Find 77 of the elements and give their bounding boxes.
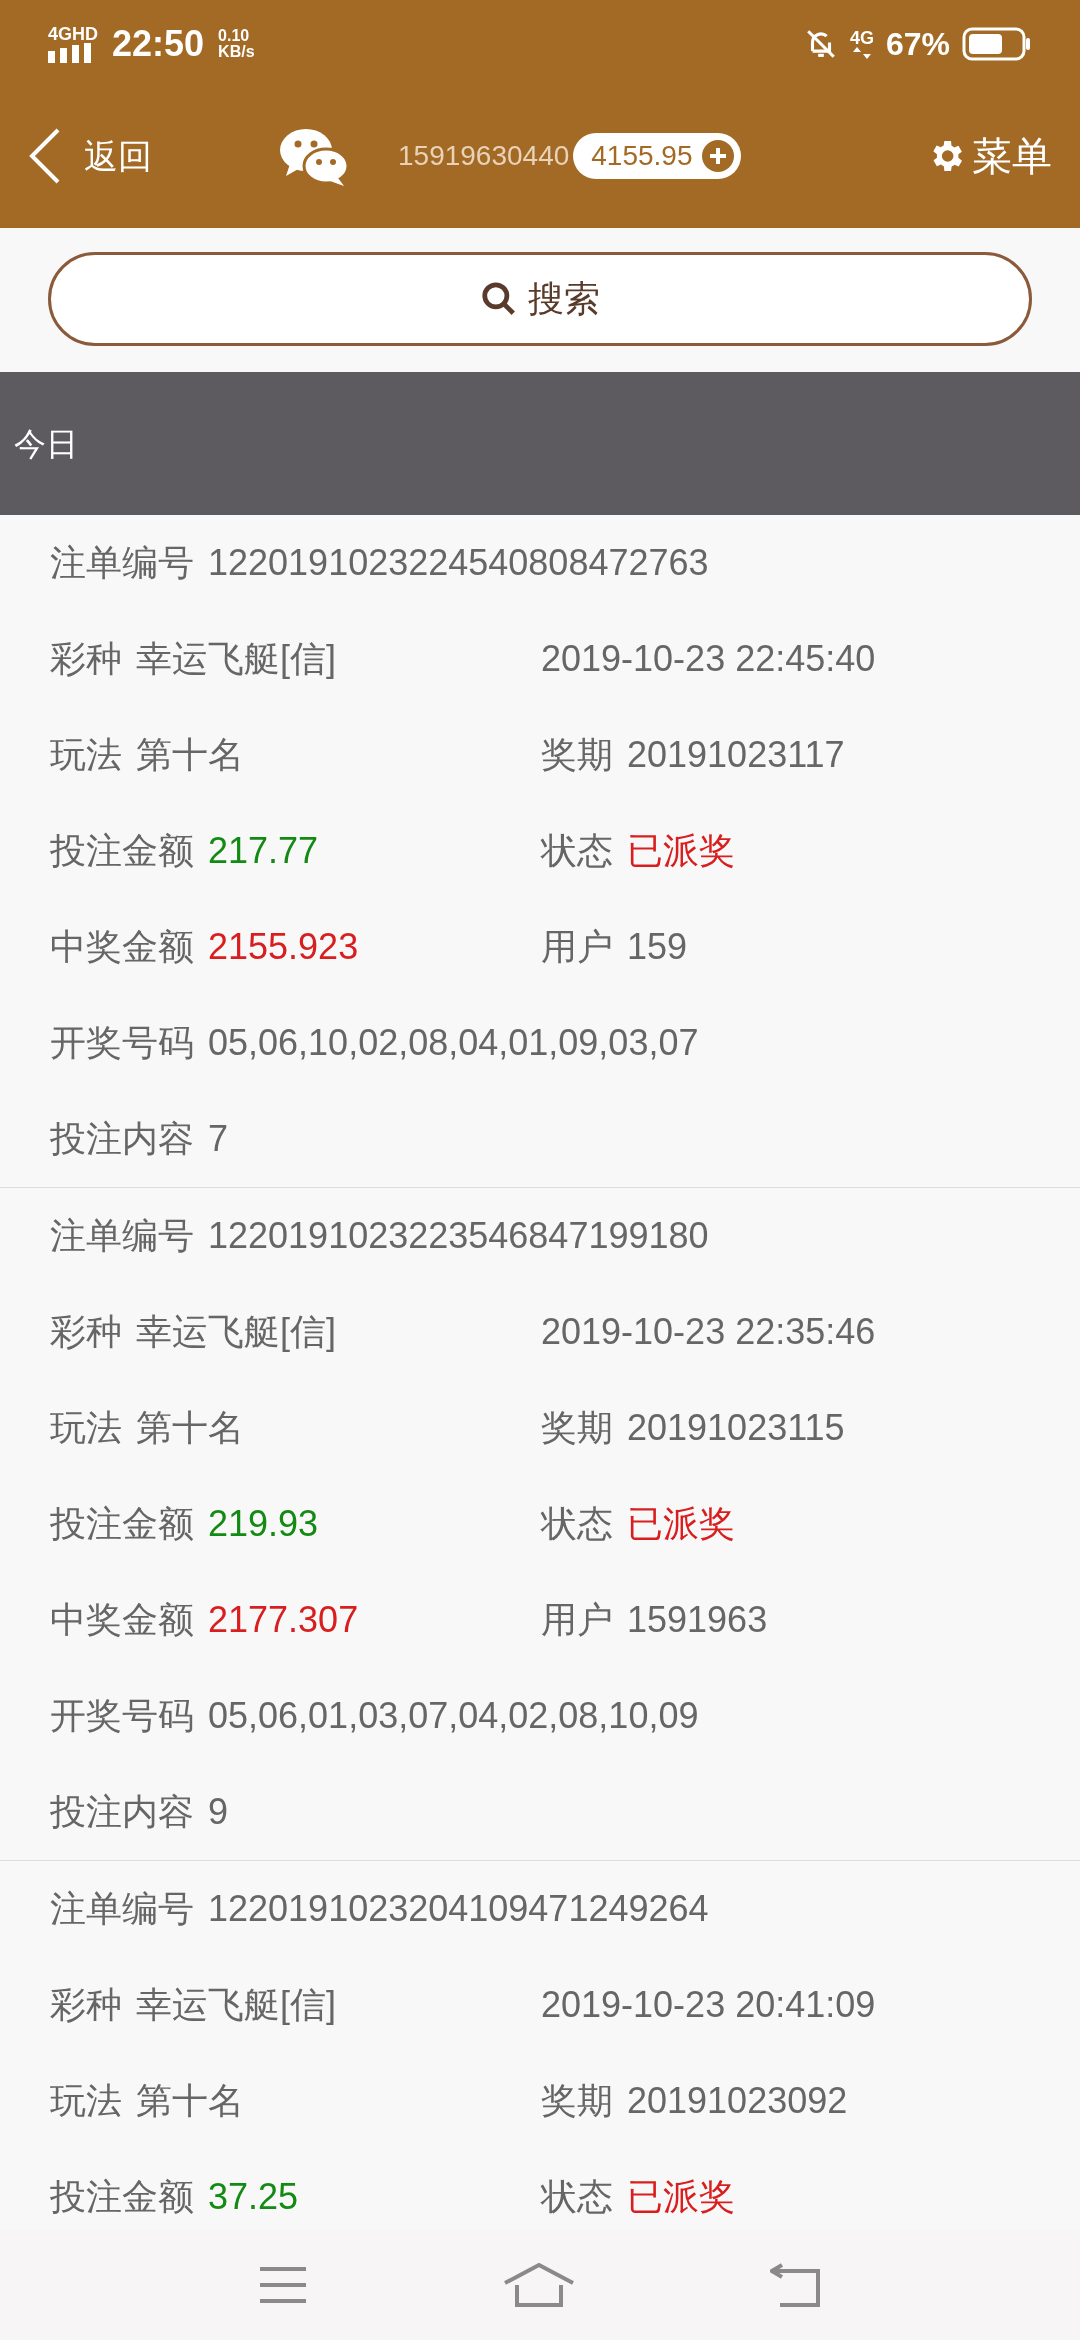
field-label: 投注金额 (50, 2175, 194, 2219)
battery-icon (962, 27, 1032, 61)
field-label: 注单编号 (50, 541, 194, 585)
field-value: 已派奖 (627, 2175, 735, 2219)
field-value: 第十名 (136, 2079, 244, 2123)
home-icon[interactable] (503, 2263, 575, 2307)
field-value: 幸运飞艇[信] (136, 1310, 336, 1354)
network-type: 4GHD (48, 25, 98, 43)
field-value: 1220191023204109471249264 (208, 1887, 709, 1931)
back-icon[interactable] (770, 2263, 823, 2307)
field-label: 投注内容 (50, 1117, 194, 1161)
field-label: 玩法 (50, 2079, 122, 2123)
field-value: 第十名 (136, 1406, 244, 1450)
back-button[interactable]: 返回 (28, 128, 152, 184)
field-value: 2019-10-23 22:35:46 (541, 1310, 876, 1354)
tab[interactable]: 今日 (14, 419, 78, 468)
field-label: 状态 (541, 1502, 613, 1546)
field-label: 用户 (541, 925, 613, 969)
field-value: 2155.923 (208, 925, 359, 969)
back-chevron-icon (28, 128, 62, 184)
field-label: 彩种 (50, 637, 122, 681)
field-value: 2177.307 (208, 1598, 359, 1642)
field-value: 7 (208, 1117, 229, 1161)
signal-icon (48, 43, 92, 63)
clock: 22:50 (112, 22, 205, 66)
field-label: 彩种 (50, 1983, 122, 2027)
speed-unit: KB/s (218, 44, 255, 60)
menu-button[interactable]: 菜单 (926, 126, 1052, 186)
field-label: 投注金额 (50, 829, 194, 873)
field-value: 20191023115 (627, 1406, 845, 1450)
balance-pill[interactable]: 4155.95 (573, 133, 741, 179)
field-label: 开奖号码 (50, 1694, 194, 1738)
field-value: 05,06,01,03,07,04,02,08,10,09 (208, 1694, 699, 1738)
field-label: 注单编号 (50, 1214, 194, 1258)
field-label: 奖期 (541, 2079, 613, 2123)
field-value: 1220191023223546847199180 (208, 1214, 709, 1258)
field-label: 注单编号 (50, 1887, 194, 1931)
field-label: 投注金额 (50, 1502, 194, 1546)
field-value: 219.93 (208, 1502, 319, 1546)
field-value: 已派奖 (627, 1502, 735, 1546)
battery-percent: 67% (885, 25, 950, 64)
field-value: 幸运飞艇[信] (136, 637, 336, 681)
field-value: 已派奖 (627, 829, 735, 873)
menu-icon[interactable] (257, 2265, 308, 2305)
field-value: 159 (627, 925, 688, 969)
search-button[interactable]: 搜索 (48, 252, 1032, 346)
field-value: 20191023092 (627, 2079, 848, 2123)
field-label: 玩法 (50, 733, 122, 777)
field-value: 217.77 (208, 829, 319, 873)
field-label: 中奖金额 (50, 925, 194, 969)
field-label: 奖期 (541, 733, 613, 777)
field-value: 20191023117 (627, 733, 845, 777)
field-label: 投注内容 (50, 1790, 194, 1834)
speed-value: 0.10 (218, 28, 251, 44)
field-label: 状态 (541, 829, 613, 873)
field-value: 2019-10-23 22:45:40 (541, 637, 876, 681)
data-type: 4G (849, 29, 874, 47)
field-value: 9 (208, 1790, 229, 1834)
data-arrows-icon (851, 47, 872, 59)
field-label: 彩种 (50, 1310, 122, 1354)
field-value: 1220191023224540808472763 (208, 541, 709, 585)
search-icon (480, 280, 518, 318)
field-label: 用户 (541, 1598, 613, 1642)
field-value: 05,06,10,02,08,04,01,09,03,07 (208, 1021, 699, 1065)
field-value: 2019-10-23 20:41:09 (541, 1983, 876, 2027)
field-label: 开奖号码 (50, 1021, 194, 1065)
field-label: 奖期 (541, 1406, 613, 1450)
field-label: 玩法 (50, 1406, 122, 1450)
field-value: 第十名 (136, 733, 244, 777)
field-value: 幸运飞艇[信] (136, 1983, 336, 2027)
field-label: 中奖金额 (50, 1598, 194, 1642)
field-value: 1591963 (627, 1598, 768, 1642)
field-value: 37.25 (208, 2175, 299, 2219)
chat-bubbles-icon[interactable] (278, 126, 350, 186)
account-number: 15919630440 (398, 139, 570, 173)
plus-circle-icon (700, 139, 735, 173)
field-label: 状态 (541, 2175, 613, 2219)
